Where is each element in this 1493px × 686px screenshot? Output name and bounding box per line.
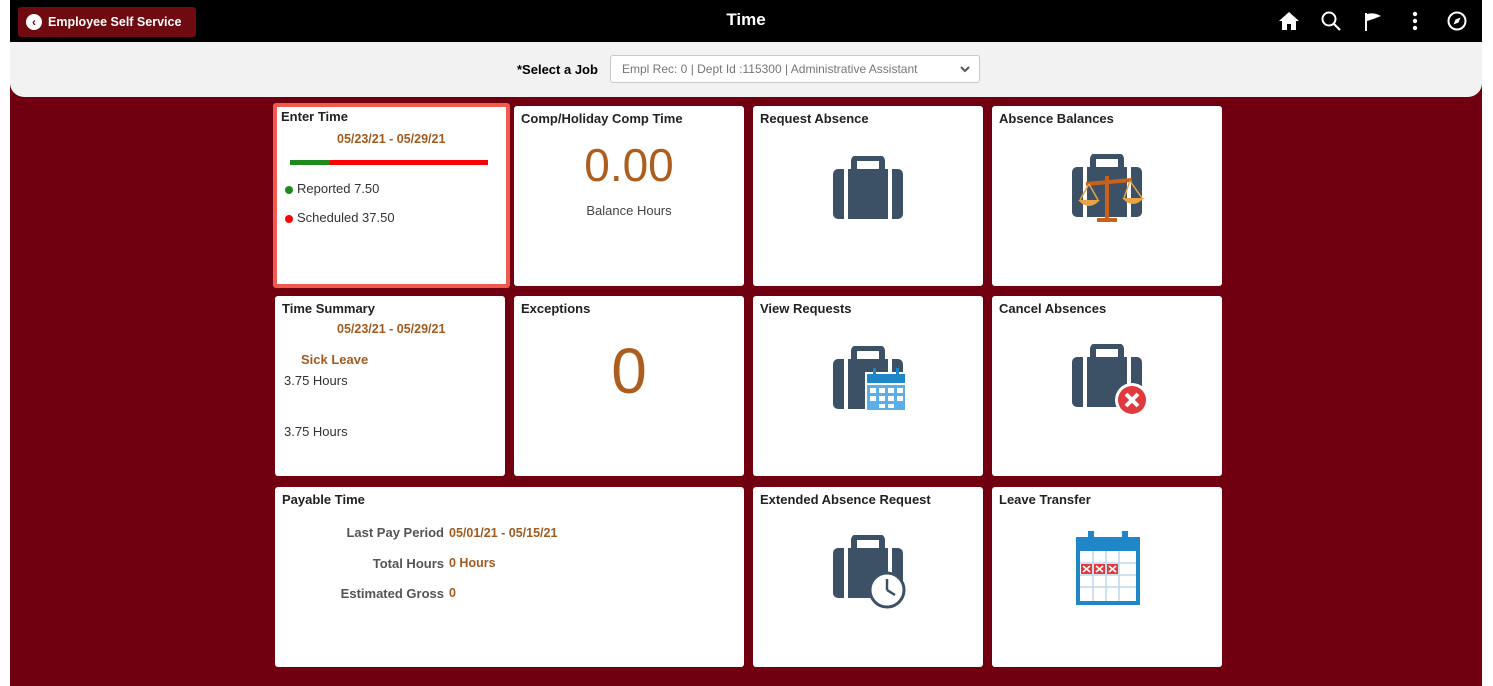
estimated-gross-value: 0	[449, 586, 456, 600]
reported-row: Reported 7.50	[285, 181, 379, 196]
home-icon[interactable]	[1276, 8, 1302, 34]
leave-category: Sick Leave	[301, 352, 369, 367]
period-dates: 05/23/21 - 05/29/21	[337, 322, 446, 336]
estimated-gross-label: Estimated Gross	[340, 586, 444, 601]
total-hours: 3.75 Hours	[284, 424, 348, 439]
search-icon[interactable]	[1318, 8, 1344, 34]
reported-dot	[285, 185, 293, 194]
comp-balance-caption: Balance Hours	[586, 203, 672, 218]
chevron-down-icon	[959, 63, 971, 78]
job-select-value: Empl Rec: 0 | Dept Id :115300 | Administ…	[622, 62, 918, 76]
tile-title: Time Summary	[282, 301, 375, 316]
tile-title: View Requests	[760, 301, 852, 316]
briefcase-scales-icon	[1070, 153, 1150, 231]
tile-absence-balances[interactable]: Absence Balances	[992, 106, 1222, 286]
leave-category-hours: 3.75 Hours	[284, 373, 348, 388]
reported-text: Reported 7.50	[297, 181, 380, 196]
last-pay-period-value: 05/01/21 - 05/15/21	[449, 526, 558, 540]
more-icon[interactable]	[1402, 8, 1428, 34]
briefcase-calendar-icon	[831, 345, 911, 421]
last-pay-period-label: Last Pay Period	[346, 525, 444, 540]
tile-cancel-absences[interactable]: Cancel Absences	[992, 296, 1222, 476]
tile-request-absence[interactable]: Request Absence	[753, 106, 983, 286]
tile-title: Exceptions	[521, 301, 591, 316]
tile-title: Absence Balances	[999, 111, 1114, 126]
calendar-icon	[1074, 527, 1142, 612]
tile-title: Cancel Absences	[999, 301, 1107, 316]
total-hours-value: 0 Hours	[449, 556, 496, 570]
compass-icon[interactable]	[1444, 8, 1470, 34]
tile-leave-transfer[interactable]: Leave Transfer	[992, 487, 1222, 667]
tile-title: Leave Transfer	[999, 492, 1091, 507]
briefcase-icon	[831, 155, 905, 225]
scheduled-text: Scheduled 37.50	[297, 210, 395, 225]
tile-extended-absence-request[interactable]: Extended Absence Request	[753, 487, 983, 667]
scheduled-row: Scheduled 37.50	[285, 210, 395, 225]
briefcase-cancel-icon	[1070, 343, 1150, 423]
tile-title: Extended Absence Request	[760, 492, 931, 507]
top-bar: ‹ Employee Self Service Time	[10, 0, 1482, 42]
tile-view-requests[interactable]: View Requests	[753, 296, 983, 476]
job-select-label: *Select a Job	[517, 62, 598, 77]
scheduled-dot	[285, 214, 293, 223]
tile-enter-time[interactable]: Enter Time 05/23/21 - 05/29/21 Reported …	[273, 103, 510, 288]
tile-title: Comp/Holiday Comp Time	[521, 111, 683, 126]
tile-comp-time[interactable]: Comp/Holiday Comp Time 0.00 Balance Hour…	[514, 106, 744, 286]
tile-exceptions[interactable]: Exceptions 0	[514, 296, 744, 476]
hours-progress-bar	[290, 160, 488, 165]
briefcase-clock-icon	[831, 534, 911, 614]
toolbar-icons	[1276, 8, 1470, 34]
page-title: Time	[726, 10, 766, 29]
total-hours-label: Total Hours	[372, 556, 444, 571]
flag-icon[interactable]	[1360, 8, 1386, 34]
period-dates: 05/23/21 - 05/29/21	[337, 132, 446, 146]
tile-time-summary[interactable]: Time Summary 05/23/21 - 05/29/21 Sick Le…	[275, 296, 505, 476]
comp-balance-value: 0.00	[584, 139, 674, 191]
reported-progress-fill	[290, 160, 330, 165]
exceptions-count: 0	[611, 335, 647, 407]
job-select[interactable]: Empl Rec: 0 | Dept Id :115300 | Administ…	[610, 55, 980, 83]
page-background: ‹ Employee Self Service Time *Select a J…	[10, 0, 1482, 686]
job-selector-bar: *Select a Job Empl Rec: 0 | Dept Id :115…	[10, 42, 1482, 97]
tile-payable-time[interactable]: Payable Time Last Pay Period 05/01/21 - …	[275, 487, 744, 667]
tile-title: Request Absence	[760, 111, 869, 126]
tile-title: Payable Time	[282, 492, 365, 507]
tile-title: Enter Time	[281, 109, 348, 124]
